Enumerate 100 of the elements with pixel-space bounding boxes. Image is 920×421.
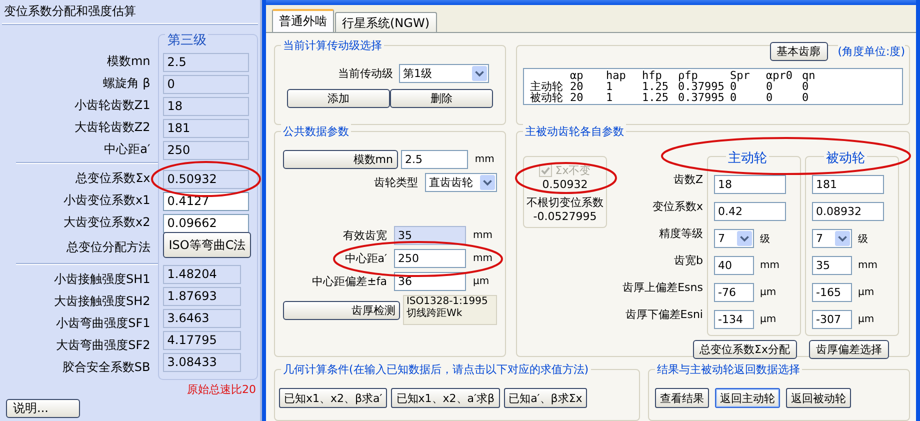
value-field[interactable]: 18 bbox=[714, 175, 786, 194]
grade-select[interactable]: 7 bbox=[812, 229, 852, 248]
result-button[interactable]: 返回被动轮 bbox=[786, 388, 851, 408]
tab[interactable]: 行星系统(NGW) bbox=[335, 12, 437, 32]
chevron-icon bbox=[472, 66, 487, 81]
undercut-label: 不根切变位系数 bbox=[526, 195, 604, 210]
field-label: 变位系数x bbox=[652, 199, 703, 214]
value-field[interactable]: 0.4127 bbox=[163, 192, 250, 210]
value-field[interactable]: 0.50932 bbox=[163, 170, 250, 188]
column-header: ρfp bbox=[678, 70, 698, 81]
field-label: 大齿轮齿数Z2 bbox=[74, 118, 150, 136]
table-cell-text: 1.25 bbox=[642, 81, 670, 92]
unit-label: μm bbox=[857, 287, 874, 298]
value-field[interactable]: 1.87693 bbox=[163, 286, 242, 306]
table-cell-text: 0 bbox=[802, 81, 809, 92]
value-field[interactable]: -134 bbox=[714, 310, 754, 329]
value-field[interactable]: 40 bbox=[714, 256, 754, 275]
field-label: 小齿弯曲强度SF1 bbox=[56, 314, 150, 332]
field-label: 中心距偏差±fa bbox=[312, 274, 388, 289]
field-label: 精度等级 bbox=[659, 226, 703, 241]
field-label: 当前传动级 bbox=[338, 66, 393, 81]
stage-select[interactable]: 第1级 bbox=[399, 64, 489, 83]
unit-label: mm bbox=[472, 230, 494, 241]
column-header: hap bbox=[606, 70, 627, 81]
value-field[interactable]: 181 bbox=[163, 118, 250, 138]
result-button[interactable]: 查看结果 bbox=[655, 388, 709, 408]
field-label: 中心距a′ bbox=[344, 251, 388, 266]
value-field[interactable]: 250 bbox=[163, 140, 250, 160]
value-field[interactable]: 4.17795 bbox=[163, 330, 242, 350]
value-field[interactable]: 1.48204 bbox=[163, 264, 242, 284]
table-cell-text: 1.25 bbox=[642, 92, 670, 103]
action-button[interactable]: 总变位系数Σx分配 bbox=[692, 340, 797, 359]
value-field[interactable]: 0.42 bbox=[714, 202, 786, 221]
method-button[interactable]: ISO等弯曲C法 bbox=[163, 232, 252, 258]
table-cell-text: 20 bbox=[570, 81, 584, 92]
unit-label: μm bbox=[472, 276, 490, 287]
table-cell-text: 0 bbox=[730, 92, 738, 103]
table-cell-text: 1 bbox=[606, 81, 613, 92]
table-cell-text: 20 bbox=[570, 92, 584, 103]
value-field[interactable]: 181 bbox=[812, 175, 884, 194]
value-field[interactable]: 0.08932 bbox=[812, 202, 884, 221]
value-field[interactable]: 2.5 bbox=[163, 52, 250, 72]
calculate-button[interactable]: 已知x1、x2、a′求β bbox=[391, 388, 500, 408]
chevron-icon bbox=[835, 231, 850, 246]
action-button[interactable]: 齿厚偏差选择 bbox=[809, 340, 889, 359]
group-title: 被动轮 bbox=[824, 149, 867, 167]
calculate-button[interactable]: 已知x1、x2、β求a′ bbox=[279, 388, 388, 408]
gear-type-select[interactable]: 直齿齿轮 bbox=[425, 173, 497, 192]
column-header: αp bbox=[570, 70, 584, 81]
value-field[interactable]: 250 bbox=[394, 249, 466, 268]
table-cell-text: 0 bbox=[802, 92, 810, 103]
row-header: 被动轮 bbox=[530, 92, 564, 103]
value-field[interactable]: 2.5 bbox=[400, 150, 468, 169]
group-title: 公共数据参数 bbox=[281, 124, 351, 139]
unit-label: 级 bbox=[759, 232, 770, 246]
value-field[interactable]: 35 bbox=[812, 256, 852, 275]
table-cell-text: 0 bbox=[730, 81, 737, 92]
unit-label: 级 bbox=[857, 232, 868, 246]
unit-label: mm bbox=[857, 260, 878, 271]
chevron-icon bbox=[480, 175, 495, 190]
chevron-icon bbox=[737, 231, 752, 246]
calculate-button[interactable]: 已知a′、β求Σx bbox=[504, 388, 588, 408]
value-field[interactable]: 3.08433 bbox=[163, 352, 242, 372]
checkbox-label: Σx不变 bbox=[555, 163, 591, 178]
field-label: 模数mn bbox=[106, 52, 150, 70]
unit-note: (角度单位:度) bbox=[838, 44, 905, 59]
table-cell-text: 0.37995 bbox=[678, 92, 726, 103]
value-field[interactable]: 3.6463 bbox=[163, 308, 242, 328]
table-cell-text: 0.37995 bbox=[678, 81, 726, 92]
module-button[interactable]: 模数mn bbox=[283, 150, 398, 169]
value-field[interactable]: -307 bbox=[812, 310, 852, 329]
table-cell-text: 0 bbox=[766, 92, 774, 103]
result-button[interactable]: 返回主动轮 bbox=[715, 388, 780, 408]
column-header: Spr bbox=[730, 70, 751, 81]
unit-label: mm bbox=[759, 260, 780, 271]
group-title: 主动轮 bbox=[726, 149, 769, 167]
note-text: 原始总速比20 bbox=[186, 382, 257, 397]
value-field[interactable]: 0 bbox=[163, 74, 250, 94]
value-field[interactable]: -165 bbox=[812, 283, 852, 302]
field-label: 有效齿宽 bbox=[343, 228, 388, 243]
grade-select[interactable]: 7 bbox=[714, 229, 754, 248]
unit-label: μm bbox=[759, 287, 776, 298]
profile-button[interactable]: 基本齿廓 bbox=[770, 42, 828, 61]
tab[interactable]: 普通外啮 bbox=[272, 9, 334, 32]
check-button[interactable]: 齿厚检测 bbox=[283, 300, 400, 320]
field-label: 大齿变位系数x2 bbox=[64, 214, 150, 230]
action-button[interactable]: 添加 bbox=[287, 89, 390, 108]
value-field[interactable]: -76 bbox=[714, 283, 754, 302]
field-label: 小齿变位系数x1 bbox=[64, 192, 150, 208]
help-button[interactable]: 说明... bbox=[6, 399, 80, 418]
action-button[interactable]: 删除 bbox=[390, 89, 493, 108]
undercut-value: -0.0527995 bbox=[533, 210, 597, 223]
row-header: 主动轮 bbox=[530, 81, 564, 92]
field-label: 中心距a′ bbox=[104, 140, 150, 158]
value-field[interactable]: 0.09662 bbox=[163, 214, 250, 232]
group-title: 结果与主被动轮返回数据选择 bbox=[655, 362, 802, 377]
field-label: 大齿接触强度SH2 bbox=[54, 292, 150, 310]
value-field[interactable]: 18 bbox=[163, 96, 250, 116]
table-cell-text: 1 bbox=[606, 92, 614, 103]
unit-label: mm bbox=[472, 253, 494, 264]
